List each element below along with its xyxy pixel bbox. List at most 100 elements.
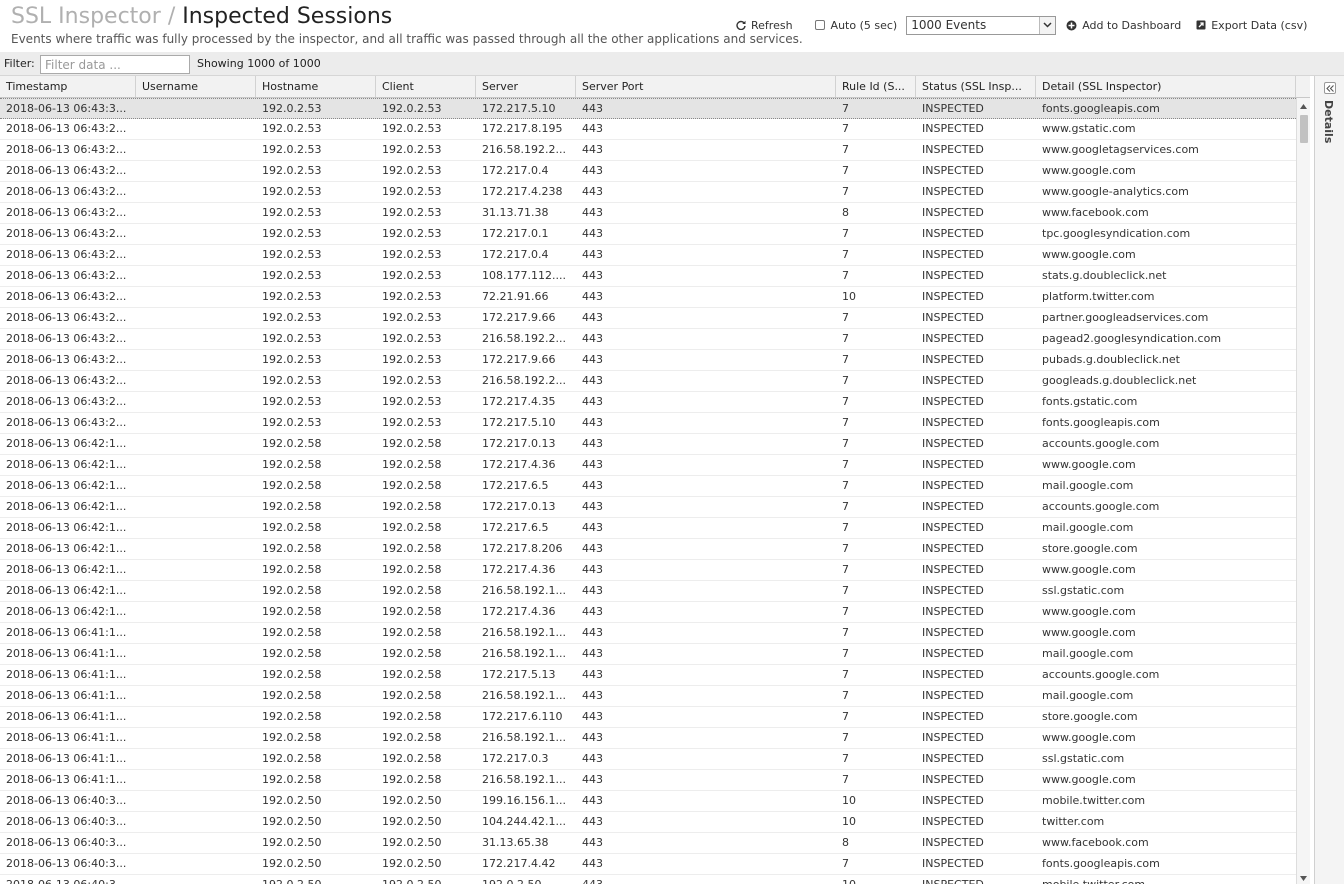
table-cell: 192.0.2.58 — [382, 731, 442, 744]
table-cell: 2018-06-13 06:43:2... — [6, 416, 127, 429]
table-cell: 2018-06-13 06:43:2... — [6, 248, 127, 261]
table-row[interactable]: 2018-06-13 06:40:3...192.0.2.50192.0.2.5… — [0, 875, 1296, 884]
table-row[interactable]: 2018-06-13 06:41:1... 192.0.2.58 192.0.2.5… — [0, 665, 1296, 686]
auto-refresh-toggle[interactable]: Auto (5 sec) — [814, 19, 897, 32]
table-row[interactable]: 2018-06-13 06:43:2... 192.0.2.53 192.0.2.5… — [0, 350, 1296, 371]
table-row[interactable]: 2018-06-13 06:43:2... 192.0.2.53 192.0.2.5… — [0, 203, 1296, 224]
table-cell: 192.0.2.53 — [262, 416, 322, 429]
column-header[interactable]: Rule Id (S... — [836, 76, 916, 97]
table-cell: 2018-06-13 06:43:2... — [6, 332, 127, 345]
table-cell: 172.217.6.5 — [482, 521, 549, 534]
table-cell — [136, 329, 256, 349]
refresh-button[interactable]: Refresh — [736, 19, 793, 32]
table-row[interactable]: 2018-06-13 06:43:3... 192.0.2.53 192.0.2.5… — [0, 98, 1296, 119]
table-cell: platform.twitter.com — [1042, 290, 1155, 303]
table-row[interactable]: 2018-06-13 06:41:1... 192.0.2.58 192.0.2.5… — [0, 728, 1296, 749]
table-row[interactable]: 2018-06-13 06:42:1... 192.0.2.58 192.0.2.5… — [0, 518, 1296, 539]
table-row[interactable]: 2018-06-13 06:42:1... 192.0.2.58 192.0.2.5… — [0, 560, 1296, 581]
table-row[interactable]: 2018-06-13 06:42:1... 192.0.2.58 192.0.2.5… — [0, 602, 1296, 623]
table-cell: INSPECTED — [922, 731, 984, 744]
table-row[interactable]: 2018-06-13 06:43:2... 192.0.2.53 192.0.2.5… — [0, 371, 1296, 392]
scroll-down-icon[interactable] — [1297, 872, 1310, 884]
table-cell: INSPECTED — [922, 647, 984, 660]
events-count-value: 1000 Events — [911, 18, 987, 32]
table-row[interactable]: 2018-06-13 06:41:1... 192.0.2.58 192.0.2.5… — [0, 770, 1296, 791]
table-cell: 192.0.2.58 — [382, 458, 442, 471]
table-cell: 443 — [582, 269, 603, 282]
table-row[interactable]: 2018-06-13 06:42:1... 192.0.2.58 192.0.2.5… — [0, 434, 1296, 455]
table-cell: 7 — [842, 710, 849, 723]
table-row[interactable]: 2018-06-13 06:43:2... 192.0.2.53 192.0.2.5… — [0, 224, 1296, 245]
table-cell: 7 — [842, 458, 849, 471]
table-cell: 192.0.2.50 — [476, 875, 576, 884]
table-row[interactable]: 2018-06-13 06:43:2... 192.0.2.53 192.0.2.5… — [0, 245, 1296, 266]
table-cell: 192.0.2.53 — [382, 143, 442, 156]
table-row[interactable]: 2018-06-13 06:43:2... 192.0.2.53 192.0.2.5… — [0, 329, 1296, 350]
export-data-button[interactable]: Export Data (csv) — [1196, 19, 1307, 32]
table-cell: 7 — [842, 185, 849, 198]
events-count-select[interactable]: 1000 Events — [906, 15, 1057, 35]
column-header[interactable]: Server — [476, 76, 576, 97]
table-row[interactable]: 2018-06-13 06:42:1... 192.0.2.58 192.0.2.5… — [0, 455, 1296, 476]
table-row[interactable]: 2018-06-13 06:43:2... 192.0.2.53 192.0.2.5… — [0, 182, 1296, 203]
table-row[interactable]: 2018-06-13 06:40:3...192.0.2.50192.0.2.5… — [0, 791, 1296, 812]
table-cell: 216.58.192.1... — [482, 626, 566, 639]
column-header[interactable]: Status (SSL Insp... — [916, 76, 1036, 97]
vertical-scrollbar[interactable] — [1296, 98, 1310, 884]
table-cell: 443 — [582, 185, 603, 198]
auto-refresh-checkbox[interactable] — [814, 20, 825, 30]
column-header[interactable]: Server Port — [576, 76, 836, 97]
table-row[interactable]: 2018-06-13 06:43:2... 192.0.2.53 192.0.2.5… — [0, 287, 1296, 308]
table-cell: 172.217.0.4 — [482, 248, 549, 261]
table-row[interactable]: 2018-06-13 06:41:1... 192.0.2.58 192.0.2.5… — [0, 707, 1296, 728]
export-icon — [1196, 20, 1206, 30]
table-row[interactable]: 2018-06-13 06:43:2... 192.0.2.53 192.0.2.5… — [0, 119, 1296, 140]
column-header[interactable]: Username — [136, 76, 256, 97]
table-row[interactable]: 2018-06-13 06:43:2... 192.0.2.53 192.0.2.5… — [0, 161, 1296, 182]
page-header: SSL Inspector / Inspected Sessions Event… — [0, 0, 1344, 52]
table-row[interactable]: 2018-06-13 06:42:1... 192.0.2.58 192.0.2.5… — [0, 497, 1296, 518]
scrollbar-thumb[interactable] — [1300, 115, 1308, 143]
page-subtitle: Events where traffic was fully processed… — [11, 32, 803, 46]
details-panel-label[interactable]: Details — [1322, 100, 1335, 143]
table-cell: 192.0.2.53 — [262, 311, 322, 324]
table-row[interactable]: 2018-06-13 06:40:3...192.0.2.50192.0.2.5… — [0, 833, 1296, 854]
scroll-up-icon[interactable] — [1297, 100, 1310, 112]
table-row[interactable]: 2018-06-13 06:43:2... 192.0.2.53 192.0.2.5… — [0, 308, 1296, 329]
table-row[interactable]: 2018-06-13 06:41:1... 192.0.2.58 192.0.2.5… — [0, 686, 1296, 707]
table-row[interactable]: 2018-06-13 06:43:2... 192.0.2.53 192.0.2.5… — [0, 266, 1296, 287]
table-cell: 443 — [582, 647, 603, 660]
table-row[interactable]: 2018-06-13 06:40:3...192.0.2.50192.0.2.5… — [0, 854, 1296, 875]
table-cell — [136, 224, 256, 244]
table-row[interactable]: 2018-06-13 06:41:1... 192.0.2.58 192.0.2.5… — [0, 749, 1296, 770]
table-cell: 172.217.4.35 — [482, 395, 556, 408]
column-header[interactable]: Hostname — [256, 76, 376, 97]
column-header[interactable]: Timestamp — [0, 76, 136, 97]
breadcrumb-app[interactable]: SSL Inspector — [11, 4, 161, 29]
table-row[interactable]: 2018-06-13 06:42:1... 192.0.2.58 192.0.2.5… — [0, 539, 1296, 560]
table-cell: 7 — [842, 227, 849, 240]
column-header[interactable]: Detail (SSL Inspector) — [1036, 76, 1296, 97]
table-cell: 192.0.2.58 — [262, 437, 322, 450]
grid-body[interactable]: 2018-06-13 06:43:3... 192.0.2.53 192.0.2.5… — [0, 98, 1296, 884]
table-row[interactable]: 2018-06-13 06:40:3...192.0.2.50192.0.2.5… — [0, 812, 1296, 833]
table-row[interactable]: 2018-06-13 06:41:1... 192.0.2.58 192.0.2.5… — [0, 644, 1296, 665]
add-to-dashboard-button[interactable]: Add to Dashboard — [1066, 19, 1181, 32]
table-row[interactable]: 2018-06-13 06:43:2... 192.0.2.53 192.0.2.5… — [0, 413, 1296, 434]
table-row[interactable]: 2018-06-13 06:42:1... 192.0.2.58 192.0.2.5… — [0, 581, 1296, 602]
table-cell: 192.0.2.58 — [262, 584, 322, 597]
table-row[interactable]: 2018-06-13 06:42:1... 192.0.2.58 192.0.2.5… — [0, 476, 1296, 497]
table-row[interactable]: 2018-06-13 06:41:1... 192.0.2.58 192.0.2.5… — [0, 623, 1296, 644]
chevron-down-icon[interactable] — [1039, 16, 1056, 34]
table-cell: 443 — [582, 605, 603, 618]
table-cell — [136, 791, 256, 811]
table-cell: 443 — [582, 794, 603, 807]
table-cell: accounts.google.com — [1042, 668, 1160, 681]
column-header[interactable]: Client — [376, 76, 476, 97]
double-chevron-left-icon[interactable] — [1324, 82, 1336, 94]
filter-input[interactable] — [40, 55, 190, 74]
table-row[interactable]: 2018-06-13 06:43:2... 192.0.2.53 192.0.2.5… — [0, 392, 1296, 413]
table-cell: www.google.com — [1042, 563, 1136, 576]
table-row[interactable]: 2018-06-13 06:43:2... 192.0.2.53 192.0.2.5… — [0, 140, 1296, 161]
table-cell: 443 — [582, 836, 603, 849]
